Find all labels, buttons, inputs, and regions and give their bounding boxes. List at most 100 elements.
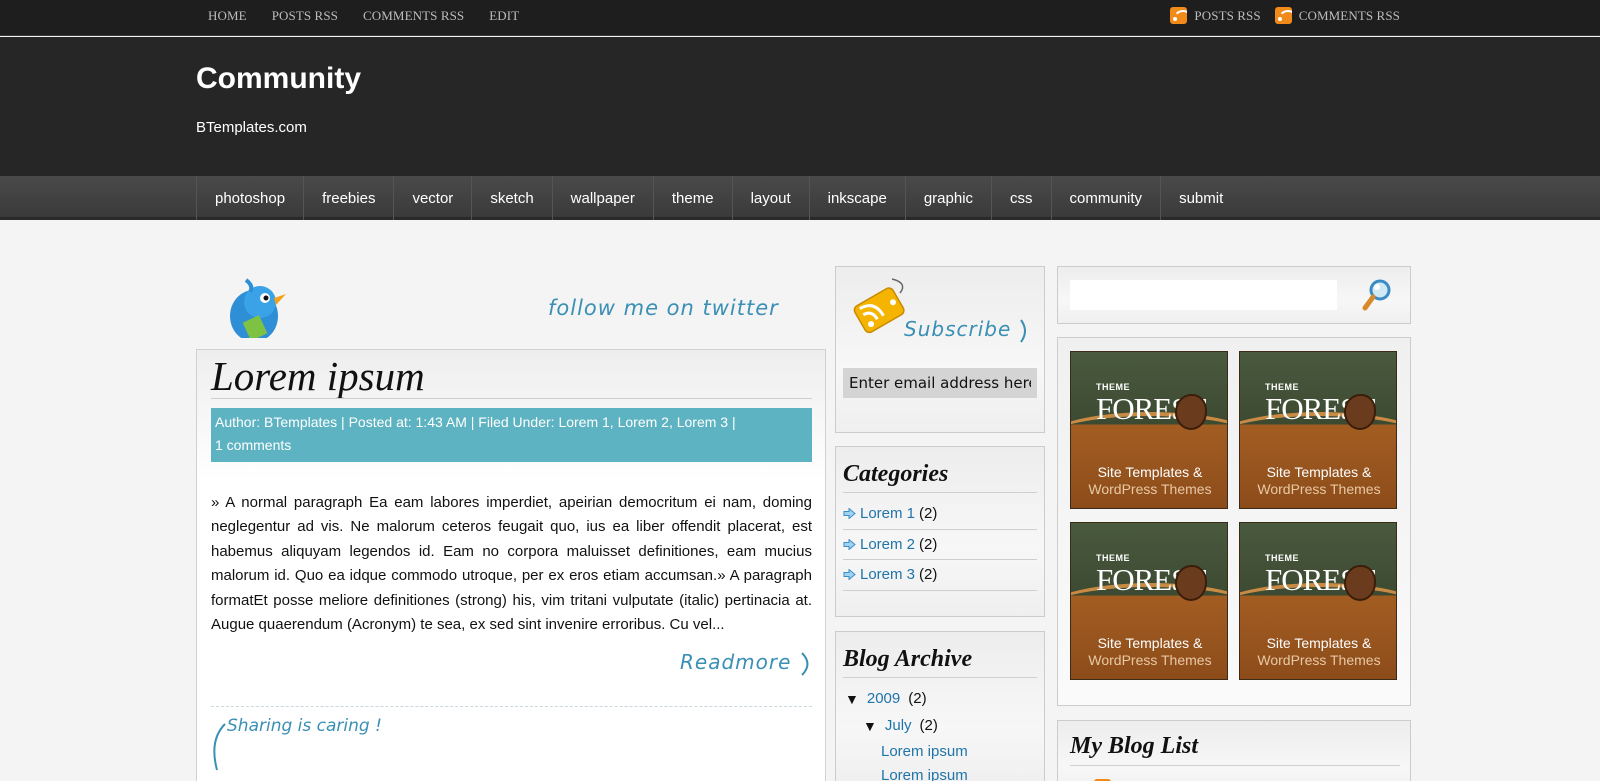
readmore-bracket-icon: [801, 651, 809, 676]
ad-line2: WordPress Themes: [1088, 652, 1212, 668]
arrow-right-icon: [843, 538, 856, 550]
category-item: Lorem 1 (2): [843, 499, 1037, 530]
expand-toggle-icon[interactable]: ▼: [845, 691, 859, 707]
ad-line2: WordPress Themes: [1257, 481, 1381, 497]
sharing-curve-icon: [213, 723, 226, 771]
themeforest-ad[interactable]: THEME FOREST Site Templates & WordPress …: [1070, 351, 1228, 509]
archive-year-count: (2): [908, 690, 927, 707]
main-nav: photoshop freebies vector sketch wallpap…: [0, 176, 1600, 220]
archive-month-count: (2): [919, 717, 938, 734]
nav-item-photoshop[interactable]: photoshop: [196, 176, 303, 220]
top-link-posts-rss[interactable]: POSTS RSS: [272, 8, 338, 24]
subscribe-bracket-icon: [1019, 318, 1026, 343]
paw-icon: [1344, 394, 1376, 430]
nav-item-submit[interactable]: submit: [1160, 176, 1241, 220]
search-input[interactable]: [1070, 280, 1337, 310]
archive-post-link[interactable]: Lorem ipsum: [881, 767, 968, 781]
post-meta: Author: BTemplates | Posted at: 1:43 AM …: [211, 408, 812, 462]
categories-widget: Categories Lorem 1 (2) Lorem 2 (2) Lorem…: [835, 446, 1045, 617]
blog-archive-widget: Blog Archive ▼ 2009 (2) ▼ July (2) Lorem…: [835, 631, 1045, 781]
rss-comments-link[interactable]: COMMENTS RSS: [1274, 7, 1400, 24]
blog-list-title-rule: [1070, 765, 1400, 766]
top-link-edit[interactable]: EDIT: [489, 8, 519, 24]
nav-item-community[interactable]: community: [1050, 176, 1161, 220]
readmore-label: Readmore: [680, 650, 792, 674]
post-card: Lorem ipsum Author: BTemplates | Posted …: [196, 349, 826, 781]
subscribe-link[interactable]: Subscribe: [904, 317, 1029, 344]
paw-icon: [1175, 394, 1207, 430]
rss-tag-icon: [853, 278, 905, 334]
nav-item-css[interactable]: css: [991, 176, 1051, 220]
nav-item-freebies[interactable]: freebies: [303, 176, 393, 220]
post-divider: [211, 706, 812, 707]
category-link[interactable]: Lorem 3: [860, 566, 915, 583]
ad-line1: Site Templates &: [1097, 635, 1203, 651]
category-count: (2): [919, 505, 938, 523]
arrow-right-icon: [843, 508, 856, 520]
archive-year-link[interactable]: 2009: [867, 690, 900, 707]
post-title[interactable]: Lorem ipsum: [211, 352, 425, 400]
nav-item-graphic[interactable]: graphic: [904, 176, 991, 220]
post-body: » A normal paragraph Ea eam labores impe…: [211, 494, 812, 634]
post-meta-line: Author: BTemplates | Posted at: 1:43 AM …: [215, 414, 736, 430]
blog-list-title: My Blog List: [1070, 733, 1199, 759]
top-link-comments-rss[interactable]: COMMENTS RSS: [363, 8, 464, 24]
twitter-bird-icon: [230, 278, 286, 338]
rss-posts-link[interactable]: POSTS RSS: [1170, 7, 1261, 24]
archive-post-row: Lorem ipsum: [881, 767, 968, 781]
ad-line2: WordPress Themes: [1088, 481, 1212, 497]
site-description: BTemplates.com: [196, 119, 307, 136]
nav-item-theme[interactable]: theme: [652, 176, 732, 220]
archive-year-row: ▼ 2009 (2): [845, 690, 927, 707]
category-link[interactable]: Lorem 2: [860, 536, 915, 553]
archive-month-row: ▼ July (2): [863, 717, 938, 734]
blog-list-widget: My Blog List: [1057, 720, 1411, 781]
top-bar: HOME POSTS RSS COMMENTS RSS EDIT POSTS R…: [0, 0, 1600, 36]
nav-item-wallpaper[interactable]: wallpaper: [551, 176, 653, 220]
rss-posts-label: POSTS RSS: [1194, 7, 1261, 23]
top-link-home[interactable]: HOME: [208, 8, 247, 24]
search-icon[interactable]: [1362, 278, 1392, 312]
ad-line1: Site Templates &: [1266, 464, 1372, 480]
ad-line2: WordPress Themes: [1257, 652, 1381, 668]
category-link[interactable]: Lorem 1: [860, 505, 915, 522]
themeforest-ad[interactable]: THEME FOREST Site Templates & WordPress …: [1070, 522, 1228, 680]
paw-icon: [1344, 565, 1376, 601]
ads-widget: THEME FOREST Site Templates & WordPress …: [1057, 337, 1411, 706]
archive-post-row: Lorem ipsum: [881, 743, 968, 760]
subscribe-widget: Subscribe: [835, 266, 1045, 433]
archive-title-rule: [843, 677, 1037, 678]
title-divider: [211, 398, 812, 399]
category-item: Lorem 2 (2): [843, 530, 1037, 560]
nav-item-vector[interactable]: vector: [393, 176, 471, 220]
site-title[interactable]: Community: [196, 62, 361, 96]
nav-item-layout[interactable]: layout: [731, 176, 809, 220]
themeforest-ad[interactable]: THEME FOREST Site Templates & WordPress …: [1239, 351, 1397, 509]
themeforest-ad[interactable]: THEME FOREST Site Templates & WordPress …: [1239, 522, 1397, 680]
post-comments-link[interactable]: 1 comments: [215, 434, 808, 457]
rss-icon: [1170, 7, 1188, 24]
ad-line1: Site Templates &: [1097, 464, 1203, 480]
rss-comments-label: COMMENTS RSS: [1298, 7, 1400, 23]
twitter-banner[interactable]: follow me on twitter: [196, 268, 826, 338]
categories-title: Categories: [843, 461, 949, 487]
paw-icon: [1175, 565, 1207, 601]
readmore-link[interactable]: Readmore: [680, 650, 813, 677]
category-list: Lorem 1 (2) Lorem 2 (2) Lorem 3 (2): [843, 499, 1037, 591]
subscribe-label: Subscribe: [904, 317, 1012, 341]
archive-month-link[interactable]: July: [885, 717, 912, 734]
top-rss-links: POSTS RSS COMMENTS RSS: [1170, 7, 1400, 24]
nav-item-inkscape[interactable]: inkscape: [808, 176, 905, 220]
nav-item-sketch[interactable]: sketch: [471, 176, 551, 220]
rss-icon: [1274, 7, 1292, 24]
top-links: HOME POSTS RSS COMMENTS RSS EDIT: [208, 8, 519, 24]
category-item: Lorem 3 (2): [843, 560, 1037, 591]
categories-title-rule: [843, 492, 1037, 493]
category-count: (2): [919, 535, 938, 553]
category-count: (2): [919, 566, 938, 584]
sharing-text: Sharing is caring !: [227, 716, 382, 736]
expand-toggle-icon[interactable]: ▼: [863, 718, 877, 734]
archive-post-link[interactable]: Lorem ipsum: [881, 743, 968, 760]
email-input[interactable]: [843, 368, 1037, 398]
search-widget: [1057, 266, 1411, 324]
